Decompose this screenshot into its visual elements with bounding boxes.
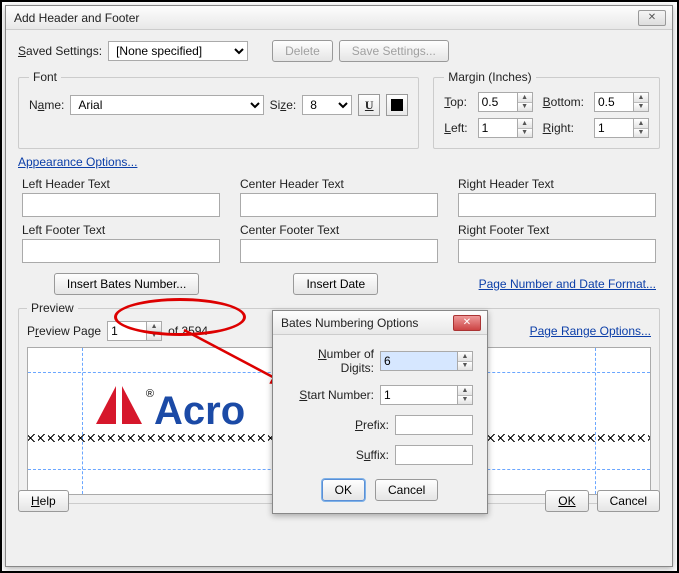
spinner-icon[interactable]: ▲▼ [147,321,162,341]
suffix-input[interactable] [395,445,473,465]
main-titlebar: Add Header and Footer ✕ [6,6,672,30]
underline-icon[interactable]: U [358,94,380,116]
spinner-icon[interactable]: ▲▼ [634,118,649,138]
start-number-input[interactable] [380,385,458,405]
spinner-icon[interactable]: ▲▼ [458,385,473,405]
save-settings-button[interactable]: Save Settings... [339,40,449,62]
appearance-options-link[interactable]: Appearance Options... [18,155,137,169]
margin-bottom-label: Bottom: [543,95,584,109]
center-footer-label: Center Footer Text [240,223,438,237]
font-fieldset: Font Name: Arial Size: 8 U [18,70,419,149]
font-size-label: Size: [270,98,297,112]
right-header-input[interactable] [458,193,656,217]
margin-fieldset: Margin (Inches) Top: ▲▼ Bottom: ▲▼ Left:… [433,70,660,149]
margin-right-input[interactable] [594,118,634,138]
insert-date-button[interactable]: Insert Date [293,273,378,295]
font-size-select[interactable]: 8 [302,95,352,115]
spinner-icon[interactable]: ▲▼ [458,351,473,371]
insert-bates-button[interactable]: Insert Bates Number... [54,273,199,295]
margin-left-label: Left: [444,121,467,135]
spinner-icon[interactable]: ▲▼ [634,92,649,112]
center-footer-input[interactable] [240,239,438,263]
spinner-icon[interactable]: ▲▼ [518,118,533,138]
dialog-ok-button[interactable]: OK [322,479,365,501]
margin-bottom-input[interactable] [594,92,634,112]
suffix-label: Suffix: [356,448,389,462]
page-number-format-link[interactable]: Page Number and Date Format... [479,277,656,291]
left-footer-input[interactable] [22,239,220,263]
margin-right-label: Right: [543,121,584,135]
prefix-label: Prefix: [355,418,389,432]
preview-legend: Preview [27,301,78,315]
ok-button[interactable]: OK [545,490,588,512]
right-footer-input[interactable] [458,239,656,263]
preview-text-left: Acro [154,389,245,434]
preview-of-pages: of 2594 [168,324,208,338]
preview-page-label: Preview Page [27,324,101,338]
preview-page-input[interactable] [107,321,147,341]
num-digits-label: Number of Digits: [287,347,374,375]
saved-settings-select[interactable]: [None specified] [108,41,248,61]
help-button[interactable]: Help [18,490,69,512]
margin-left-input[interactable] [478,118,518,138]
dialog-title: Bates Numbering Options [281,316,453,330]
font-name-label: Name: [29,98,64,112]
close-icon[interactable]: ✕ [638,10,666,26]
left-footer-label: Left Footer Text [22,223,220,237]
margin-legend: Margin (Inches) [444,70,535,84]
font-name-select[interactable]: Arial [70,95,263,115]
start-number-label: Start Number: [299,388,374,402]
saved-settings-label: Saved Settings: [18,44,102,58]
dialog-cancel-button[interactable]: Cancel [375,479,438,501]
left-header-label: Left Header Text [22,177,220,191]
delete-button[interactable]: Delete [272,40,333,62]
page-range-options-link[interactable]: Page Range Options... [530,324,651,338]
margin-top-input[interactable] [478,92,518,112]
cancel-button[interactable]: Cancel [597,490,660,512]
adobe-logo-icon: ® [96,386,142,424]
prefix-input[interactable] [395,415,473,435]
num-digits-input[interactable] [380,351,458,371]
text-color-icon[interactable] [386,94,408,116]
margin-top-label: Top: [444,95,467,109]
window-title: Add Header and Footer [14,11,638,25]
dialog-titlebar: Bates Numbering Options ✕ [273,311,487,335]
left-header-input[interactable] [22,193,220,217]
bates-options-dialog: Bates Numbering Options ✕ Number of Digi… [272,310,488,514]
center-header-input[interactable] [240,193,438,217]
dialog-close-icon[interactable]: ✕ [453,315,481,331]
right-footer-label: Right Footer Text [458,223,656,237]
right-header-label: Right Header Text [458,177,656,191]
spinner-icon[interactable]: ▲▼ [518,92,533,112]
font-legend: Font [29,70,61,84]
center-header-label: Center Header Text [240,177,438,191]
